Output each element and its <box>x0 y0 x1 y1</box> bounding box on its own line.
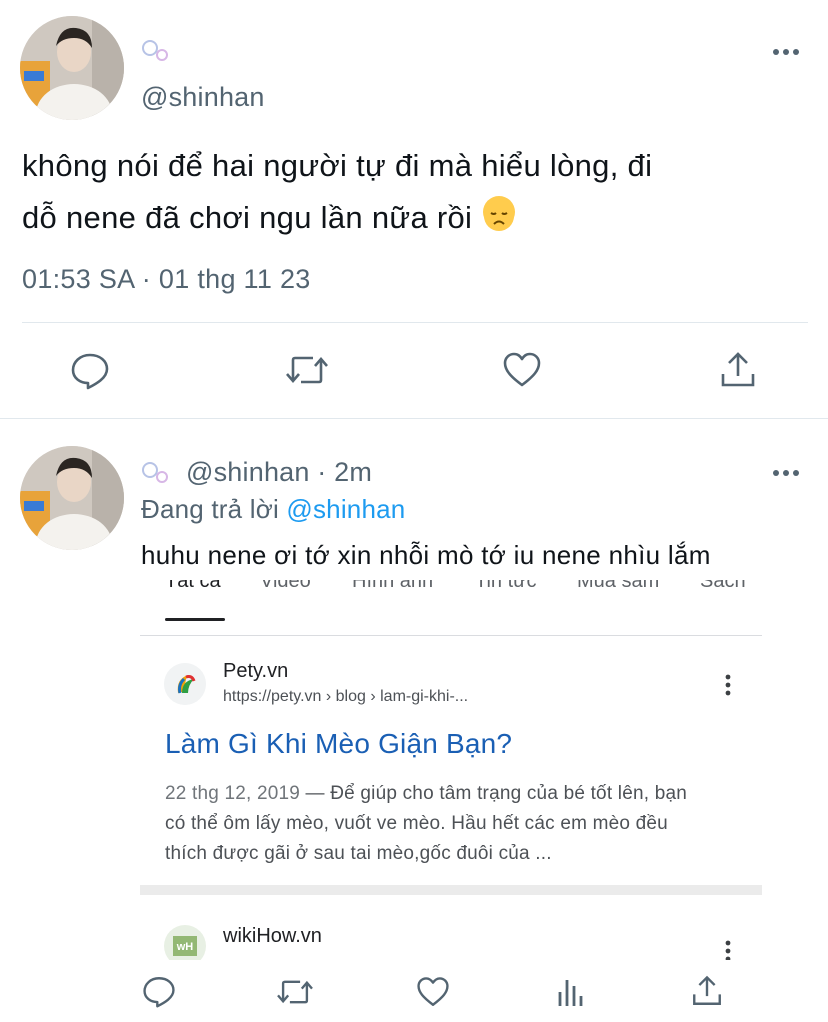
result-more-icon[interactable] <box>724 674 732 696</box>
section-divider <box>0 418 828 419</box>
verified-badge-icon <box>141 460 169 486</box>
result-2-more-icon[interactable] <box>724 940 732 960</box>
snippet-line-1: 22 thg 12, 2019 — Để giúp cho tâm trạng … <box>165 779 745 809</box>
replying-to: Đang trả lời @shinhan <box>141 494 405 525</box>
active-tab-indicator <box>165 618 225 621</box>
avatar-image <box>20 16 124 120</box>
tweet-author-handle[interactable]: @shinhan <box>141 82 265 113</box>
result-snippet: 22 thg 12, 2019 — Để giúp cho tâm trạng … <box>165 779 745 869</box>
tab-books: Sách <box>700 580 746 592</box>
avatar[interactable] <box>20 16 124 120</box>
tweet-timestamp[interactable]: 01:53 SA · 01 thg 11 23 <box>22 264 311 295</box>
tab-images: Hình ảnh <box>352 580 434 592</box>
tab-all: Tất cả <box>165 580 221 592</box>
tab-shopping: Mua sắm <box>577 580 660 592</box>
result-date: 22 thg 12, 2019 <box>165 783 301 804</box>
reply-reply-icon[interactable] <box>142 974 176 1008</box>
wikihow-logo-mark: wH <box>173 936 197 956</box>
reply-author-handle[interactable]: @shinhan · 2m <box>186 457 372 488</box>
snippet-line-1-text: — Để giúp cho tâm trạng của bé tốt lên, … <box>300 783 687 804</box>
reply-share-icon[interactable] <box>690 974 724 1008</box>
tabs-border <box>140 635 762 636</box>
share-icon[interactable] <box>718 350 758 390</box>
tweet-text-line-1: không nói để hai người tự đi mà hiểu lòn… <box>22 148 653 183</box>
result-2-site-name[interactable]: wikiHow.vn <box>223 925 322 948</box>
replying-prefix: Đang trả lời <box>141 494 287 524</box>
result-separator <box>140 885 762 895</box>
pety-logo-icon <box>164 663 206 705</box>
divider <box>22 322 808 323</box>
replying-to-link[interactable]: @shinhan <box>286 494 405 524</box>
search-tabs: Tất cả Video Hình ảnh Tin tức Mua sắm Sá… <box>140 580 762 614</box>
snippet-line-3: thích được gãi ở sau tai mèo,gốc đuôi củ… <box>165 843 552 864</box>
avatar-image <box>20 446 124 550</box>
like-icon[interactable] <box>502 350 542 390</box>
reply-retweet-icon[interactable] <box>276 975 314 1009</box>
reply-avatar[interactable] <box>20 446 124 550</box>
tab-news: Tin tức <box>475 580 537 592</box>
more-options-icon[interactable] <box>772 44 800 55</box>
result-site-name[interactable]: Pety.vn <box>223 660 288 683</box>
reply-text: huhu nene ơi tớ xin nhỗi mò tớ iu nene n… <box>141 540 711 570</box>
reply-more-options-icon[interactable] <box>772 465 800 476</box>
wikihow-logo-icon: wH <box>164 925 206 960</box>
wikihow-logo-text: wH <box>176 941 194 953</box>
retweet-icon[interactable] <box>285 350 328 390</box>
attached-image[interactable]: Tất cả Video Hình ảnh Tin tức Mua sắm Sá… <box>140 580 762 960</box>
tab-video: Video <box>260 580 311 592</box>
analytics-icon[interactable] <box>556 974 586 1008</box>
reply-icon[interactable] <box>70 350 110 390</box>
reply-like-icon[interactable] <box>416 975 450 1009</box>
tweet-text-line-2: dỗ nene đã chơi ngu lần nữa rồi <box>22 192 812 244</box>
result-url[interactable]: https://pety.vn › blog › lam-gi-khi-... <box>223 688 468 706</box>
verified-badge-icon <box>141 38 169 64</box>
disappointed-face-icon <box>483 196 516 231</box>
snippet-line-2: có thể ôm lấy mèo, vuốt ve mèo. Hầu hết … <box>165 813 668 834</box>
tweet-text: không nói để hai người tự đi mà hiểu lòn… <box>22 140 812 244</box>
result-title-link[interactable]: Làm Gì Khi Mèo Giận Bạn? <box>165 728 512 760</box>
tweet-text-line-2-content: dỗ nene đã chơi ngu lần nữa rồi <box>22 200 473 235</box>
